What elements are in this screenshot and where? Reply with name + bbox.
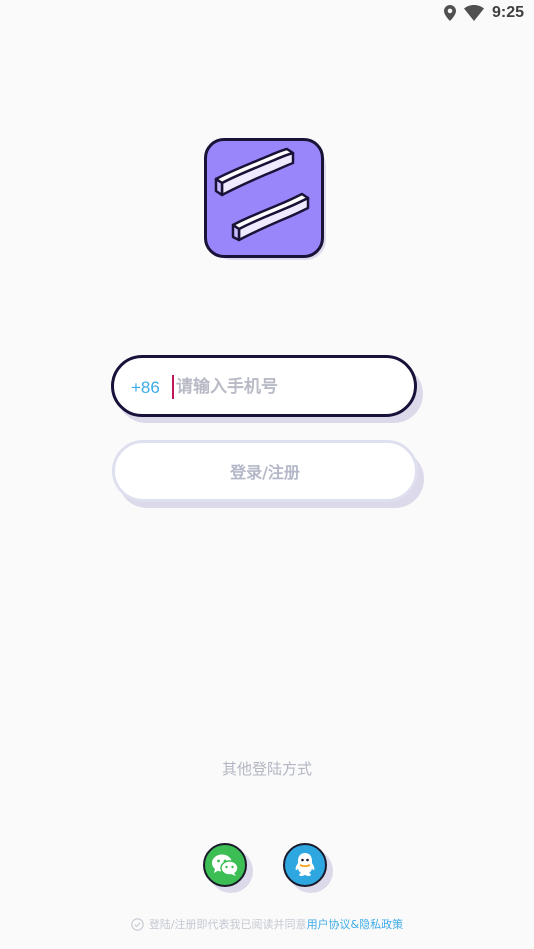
wechat-icon: [212, 854, 239, 876]
app-logo-icon: [204, 138, 324, 258]
status-time: 9:25: [491, 4, 524, 21]
other-login-label: 其他登陆方式: [221, 760, 312, 778]
agreement-text: 登陆/注册即代表我已阅读并同意: [148, 918, 307, 931]
agreement-link[interactable]: 用户协议&隐私政策: [307, 918, 404, 931]
status-icons: 9:25: [443, 4, 524, 22]
wechat-login-button[interactable]: [203, 843, 247, 887]
phone-input[interactable]: [176, 369, 396, 405]
text-caret: [172, 375, 174, 399]
location-icon: [443, 5, 456, 21]
status-bar: 9:25: [0, 0, 534, 30]
phone-field[interactable]: +86: [111, 355, 417, 417]
wifi-icon: [463, 5, 484, 21]
qq-icon: [295, 853, 315, 877]
agreement-row: 登陆/注册即代表我已阅读并同意用户协议&隐私政策: [0, 916, 534, 932]
check-circle-icon[interactable]: [131, 917, 144, 931]
qq-login-button[interactable]: [283, 843, 327, 887]
country-code[interactable]: +86: [131, 378, 160, 398]
app-logo: [204, 138, 326, 260]
login-register-button[interactable]: 登录/注册: [112, 440, 418, 502]
